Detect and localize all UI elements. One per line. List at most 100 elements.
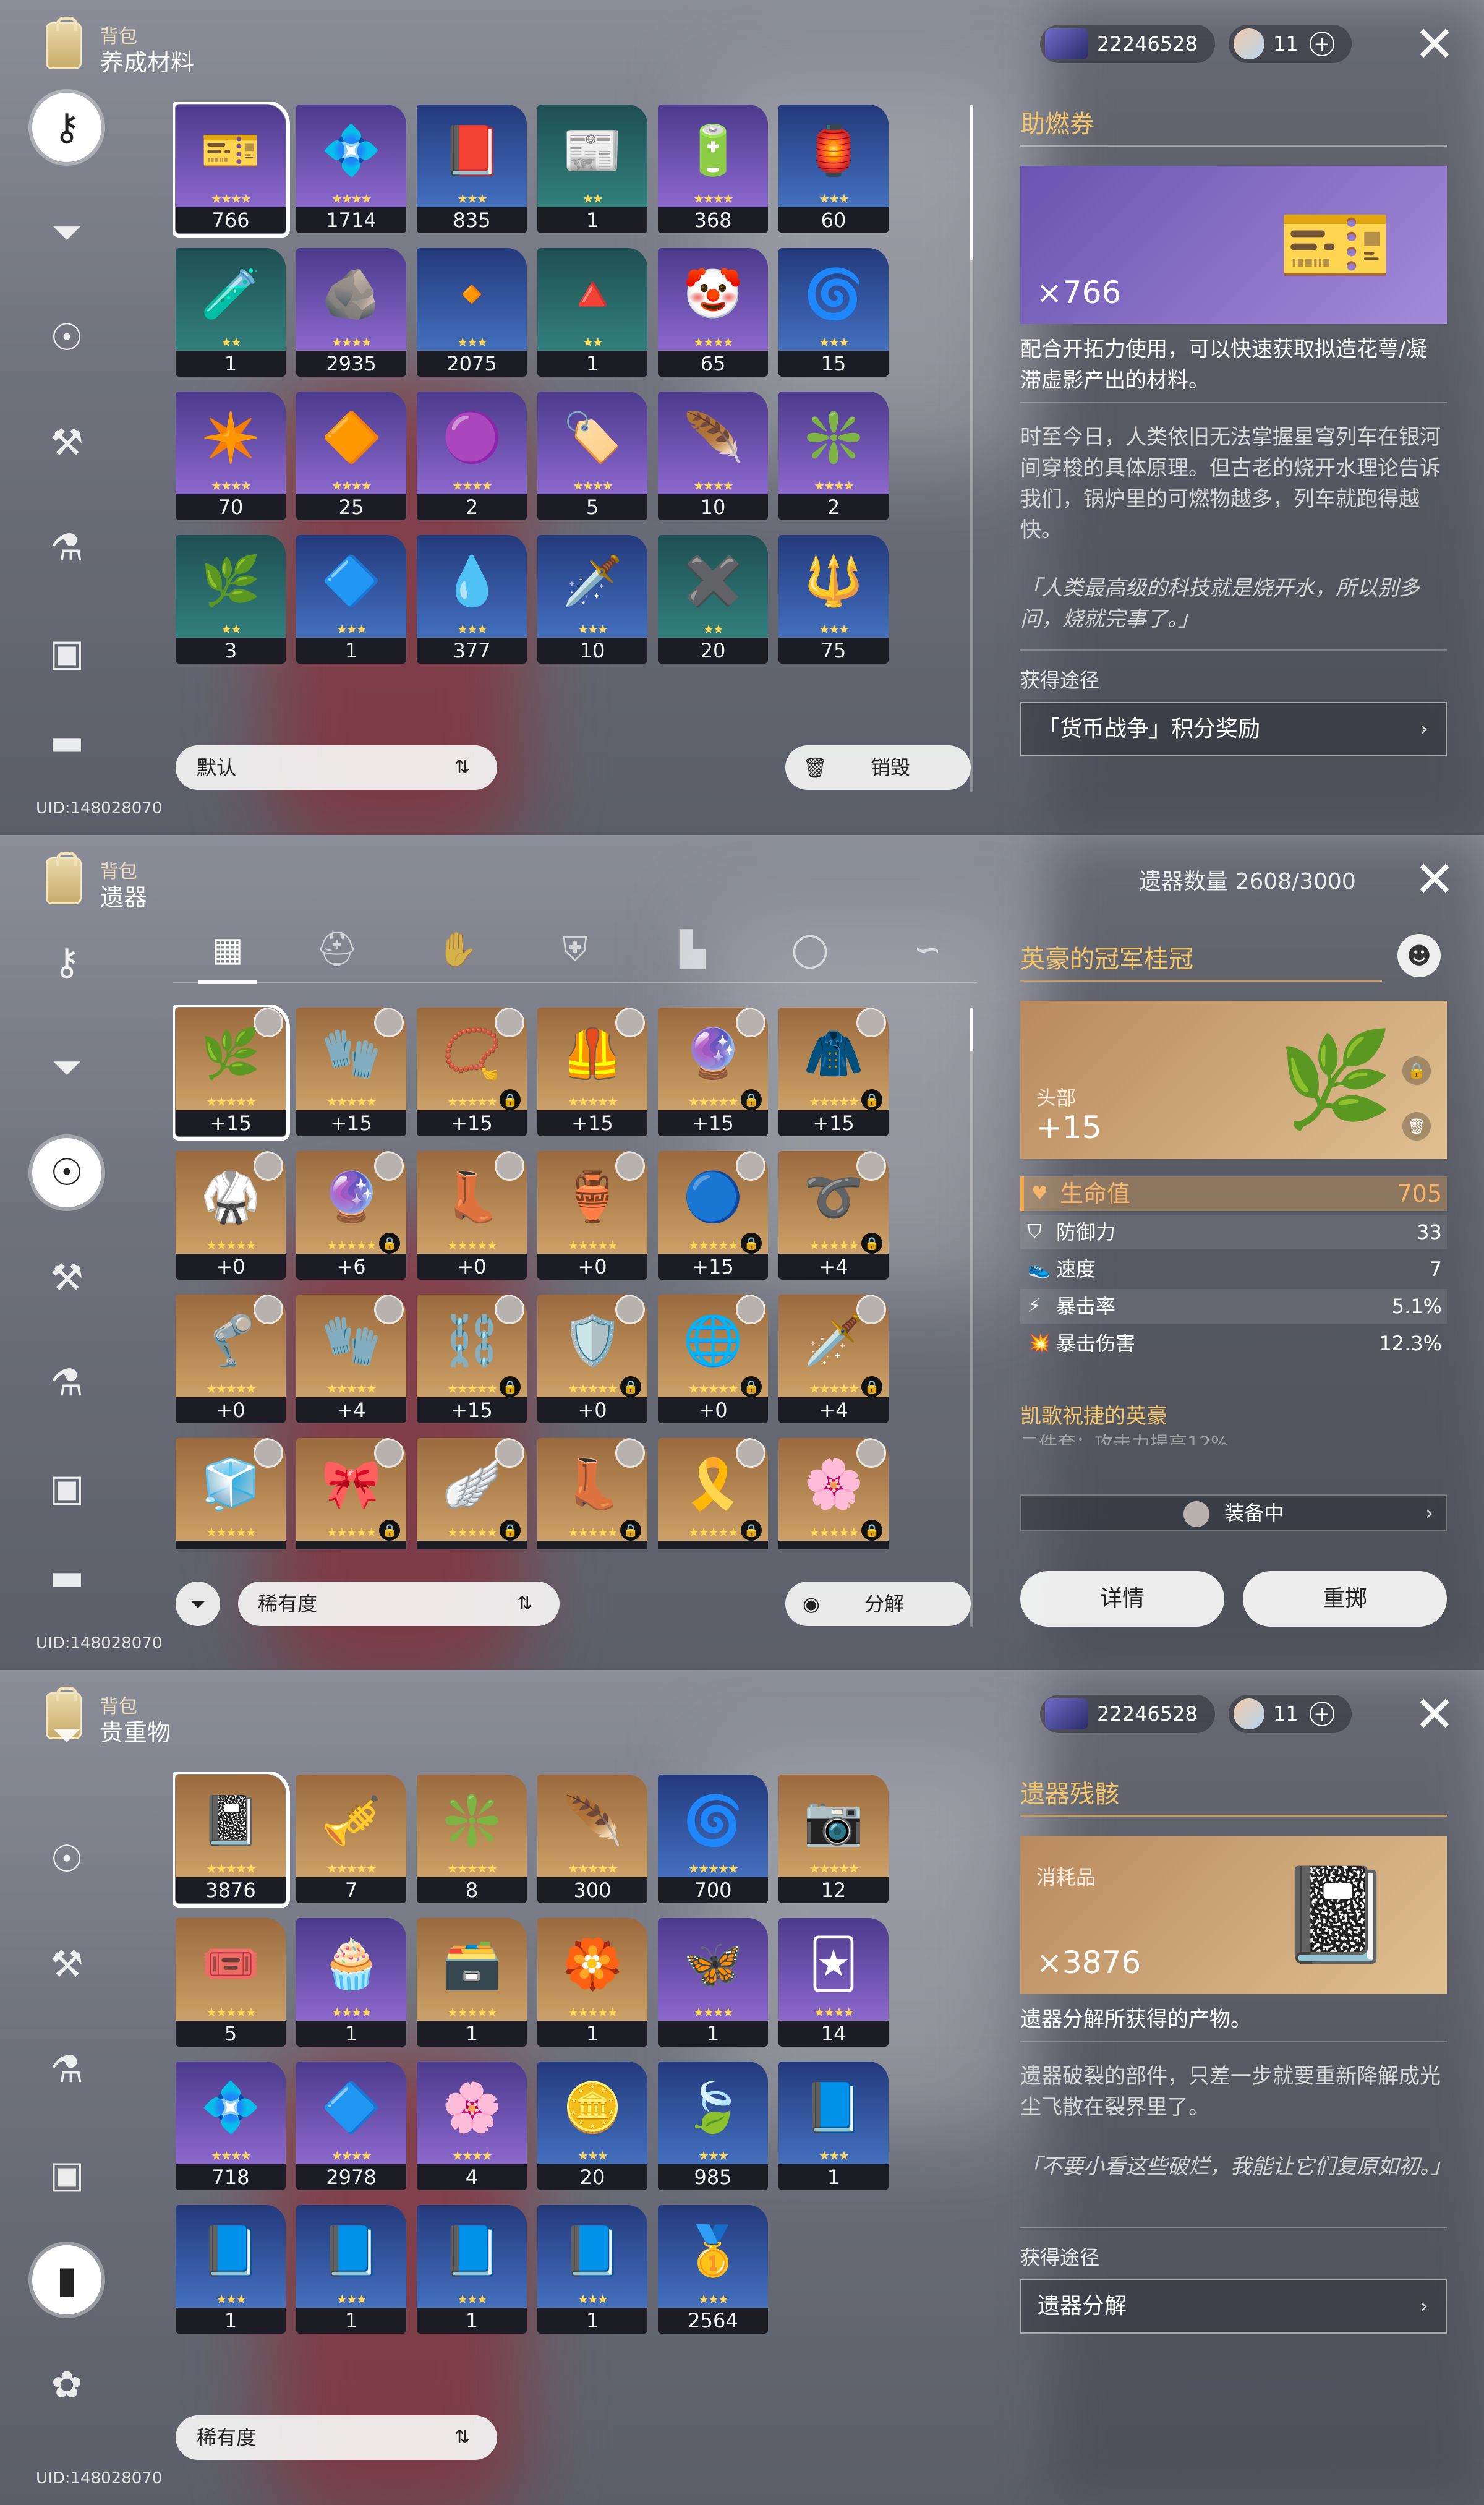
sort-dropdown[interactable]: 稀有度 ⇅ xyxy=(238,1582,560,1626)
item-slot[interactable]: ✖️ ★★ 20 xyxy=(658,535,768,664)
tab-feet[interactable]: ▙ xyxy=(668,925,717,974)
item-slot[interactable]: ❇️ ★★★★★ 8 xyxy=(417,1775,527,1903)
relic-slot[interactable]: 👢 🔒 ★★★★★ xyxy=(537,1438,647,1549)
relic-slot[interactable]: 🗡️ 🔒 ★★★★★ +4 xyxy=(778,1295,889,1423)
item-slot[interactable]: 🔋 ★★★★ 368 xyxy=(658,105,768,233)
item-slot[interactable]: 🍃 ★★★ 985 xyxy=(658,2062,768,2190)
item-slot[interactable]: 🎫 ★★★★ 766 xyxy=(173,102,290,238)
sidebar-item-relics[interactable]: ☉ xyxy=(32,1825,101,1894)
sidebar-item-other[interactable]: ✿ xyxy=(32,2350,101,2420)
sidebar-item-upgrade[interactable]: ⚒ xyxy=(32,408,101,477)
grid-scrollbar[interactable] xyxy=(970,105,973,792)
item-slot[interactable]: 📘 ★★★ 1 xyxy=(417,2205,527,2334)
relic-slot[interactable]: 🦿 ★★★★★ +0 xyxy=(176,1295,286,1423)
character-avatar-button[interactable]: ☻ xyxy=(1397,934,1441,977)
sort-dropdown[interactable]: 稀有度 ⇅ xyxy=(176,2415,497,2460)
item-slot[interactable]: 🥇 ★★★ 2564 xyxy=(658,2205,768,2334)
relic-slot[interactable]: 🔮 🔒 ★★★★★ +6 xyxy=(296,1151,406,1280)
relic-slot[interactable]: 👢 ★★★★★ +0 xyxy=(417,1151,527,1280)
relic-slot[interactable]: 🧤 ★★★★★ +15 xyxy=(296,1008,406,1136)
item-slot[interactable]: 💧 ★★★ 377 xyxy=(417,535,527,664)
item-slot[interactable]: 🧪 ★★ 1 xyxy=(176,248,286,377)
sidebar-item-missions[interactable]: ▣ xyxy=(32,2140,101,2209)
sidebar-item-light-cones[interactable]: ⏷ xyxy=(32,198,101,267)
sidebar-item-consumables[interactable]: ⚗ xyxy=(32,2035,101,2104)
sidebar-item-upgrade[interactable]: ⚒ xyxy=(32,1930,101,1999)
sidebar-item-relics[interactable]: ☉ xyxy=(32,303,101,372)
item-slot[interactable]: 📕 ★★★ 835 xyxy=(417,105,527,233)
sidebar-item-materials[interactable]: ⚷ xyxy=(32,928,101,997)
relic-slot[interactable]: 🧤 ★★★★★ +4 xyxy=(296,1295,406,1423)
item-slot[interactable]: 📘 ★★★ 1 xyxy=(296,2205,406,2334)
relic-slot[interactable]: 🛡️ 🔒 ★★★★★ +0 xyxy=(537,1295,647,1423)
item-slot[interactable]: 💠 ★★★★ 1714 xyxy=(296,105,406,233)
item-slot[interactable]: 🪨 ★★★★ 2935 xyxy=(296,248,406,377)
discard-icon[interactable]: 🗑 xyxy=(1402,1112,1431,1141)
relic-slot[interactable]: 🎗️ 🔒 ★★★★★ xyxy=(658,1438,768,1549)
item-slot[interactable]: 🤡 ★★★★ 65 xyxy=(658,248,768,377)
item-slot[interactable]: 🏵️ ★★★★★ 1 xyxy=(537,1918,647,2047)
item-slot[interactable]: 📘 ★★★ 1 xyxy=(778,2062,889,2190)
item-slot[interactable]: 🔱 ★★★ 75 xyxy=(778,535,889,664)
item-slot[interactable]: 🪶 ★★★★ 10 xyxy=(658,392,768,520)
item-slot[interactable]: 🔶 ★★★★ 25 xyxy=(296,392,406,520)
relic-slot[interactable]: ➰ 🔒 ★★★★★ +4 xyxy=(778,1151,889,1280)
item-slot[interactable]: 📓 ★★★★★ 3876 xyxy=(173,1772,290,1908)
relic-slot[interactable]: ⛓️ 🔒 ★★★★★ +15 xyxy=(417,1295,527,1423)
relic-slot[interactable]: 🥋 ★★★★★ +0 xyxy=(176,1151,286,1280)
sort-order-icon[interactable]: ⇅ xyxy=(454,2415,470,2460)
tab-hands[interactable]: ✋ xyxy=(433,925,482,974)
item-slot[interactable]: 🧁 ★★★★ 1 xyxy=(296,1918,406,2047)
item-slot[interactable]: 🟣 ★★★★ 2 xyxy=(417,392,527,520)
equipped-by-bar[interactable]: 装备中 › xyxy=(1020,1494,1447,1531)
sidebar-item-valuables[interactable]: ▮ xyxy=(32,2245,101,2314)
item-slot[interactable]: 🌸 ★★★★ 4 xyxy=(417,2062,527,2190)
tab-all[interactable]: ▦ xyxy=(203,925,252,974)
item-slot[interactable]: 📘 ★★★ 1 xyxy=(176,2205,286,2334)
grid-scrollbar[interactable] xyxy=(970,1008,973,1627)
sidebar-item-consumables[interactable]: ⚗ xyxy=(32,1348,101,1418)
item-slot[interactable]: 🗡️ ★★★ 10 xyxy=(537,535,647,664)
item-slot[interactable]: 🃏 ★★★★ 14 xyxy=(778,1918,889,2047)
item-slot[interactable]: 💠 ★★★★ 718 xyxy=(176,2062,286,2190)
item-slot[interactable]: 🪶 ★★★★★ 300 xyxy=(537,1775,647,1903)
lock-icon[interactable]: 🔒 xyxy=(1402,1056,1431,1085)
sidebar-item-upgrade[interactable]: ⚒ xyxy=(32,1243,101,1312)
source-button[interactable]: 遗器分解 › xyxy=(1020,2279,1447,2334)
item-slot[interactable]: 📰 ★★ 1 xyxy=(537,105,647,233)
tab-head[interactable]: ⛑ xyxy=(312,925,362,974)
sidebar-item-light-cones[interactable]: ⏷ xyxy=(32,1033,101,1102)
item-slot[interactable]: 🌀 ★★★★★ 700 xyxy=(658,1775,768,1903)
item-slot[interactable]: ❇️ ★★★★ 2 xyxy=(778,392,889,520)
item-slot[interactable]: 🎟️ ★★★★★ 5 xyxy=(176,1918,286,2047)
relic-slot[interactable]: 🎀 🔒 ★★★★★ xyxy=(296,1438,406,1549)
sort-dropdown[interactable]: 默认 ⇅ xyxy=(176,745,497,790)
item-slot[interactable]: 🗃️ ★★★★★ 1 xyxy=(417,1918,527,2047)
destroy-button[interactable]: 🗑 销毁 xyxy=(785,745,971,790)
sidebar-item-materials[interactable]: ⚷ xyxy=(32,93,101,162)
item-slot[interactable]: 🔺 ★★ 1 xyxy=(537,248,647,377)
tab-body[interactable]: ⛨ xyxy=(550,925,600,974)
sidebar-item-valuables[interactable]: ▬ xyxy=(32,724,101,761)
details-button[interactable]: 详情 xyxy=(1020,1571,1224,1627)
relic-slot[interactable]: 🧥 🔒 ★★★★★ +15 xyxy=(778,1008,889,1136)
salvage-button[interactable]: ◉ 分解 xyxy=(785,1582,971,1626)
tab-sphere[interactable]: ◯ xyxy=(785,925,835,974)
tab-rope[interactable]: ∽ xyxy=(903,925,952,974)
sidebar-item-consumables[interactable]: ⚗ xyxy=(32,513,101,583)
relic-slot[interactable]: 🔵 🔒 ★★★★★ +15 xyxy=(658,1151,768,1280)
item-slot[interactable]: 🪙 ★★★ 20 xyxy=(537,2062,647,2190)
item-slot[interactable]: 🦋 ★★★★ 1 xyxy=(658,1918,768,2047)
item-slot[interactable]: 🔷 ★★★ 1 xyxy=(296,535,406,664)
sidebar-item-missions[interactable]: ▣ xyxy=(32,1454,101,1523)
sidebar-item-valuables[interactable]: ▬ xyxy=(32,1559,101,1596)
sidebar-item-relics[interactable]: ☉ xyxy=(32,1138,101,1207)
item-slot[interactable]: 🔷 ★★★★ 2978 xyxy=(296,2062,406,2190)
item-slot[interactable]: 🎺 ★★★★★ 7 xyxy=(296,1775,406,1903)
item-slot[interactable]: 🏮 ★★★ 60 xyxy=(778,105,889,233)
relic-slot[interactable]: 📿 🔒 ★★★★★ +15 xyxy=(417,1008,527,1136)
item-slot[interactable]: 🌿 ★★ 3 xyxy=(176,535,286,664)
reroll-button[interactable]: 重掷 xyxy=(1243,1571,1447,1627)
relic-slot[interactable]: 🏺 ★★★★★ +0 xyxy=(537,1151,647,1280)
item-slot[interactable]: 📷 ★★★★★ 12 xyxy=(778,1775,889,1903)
